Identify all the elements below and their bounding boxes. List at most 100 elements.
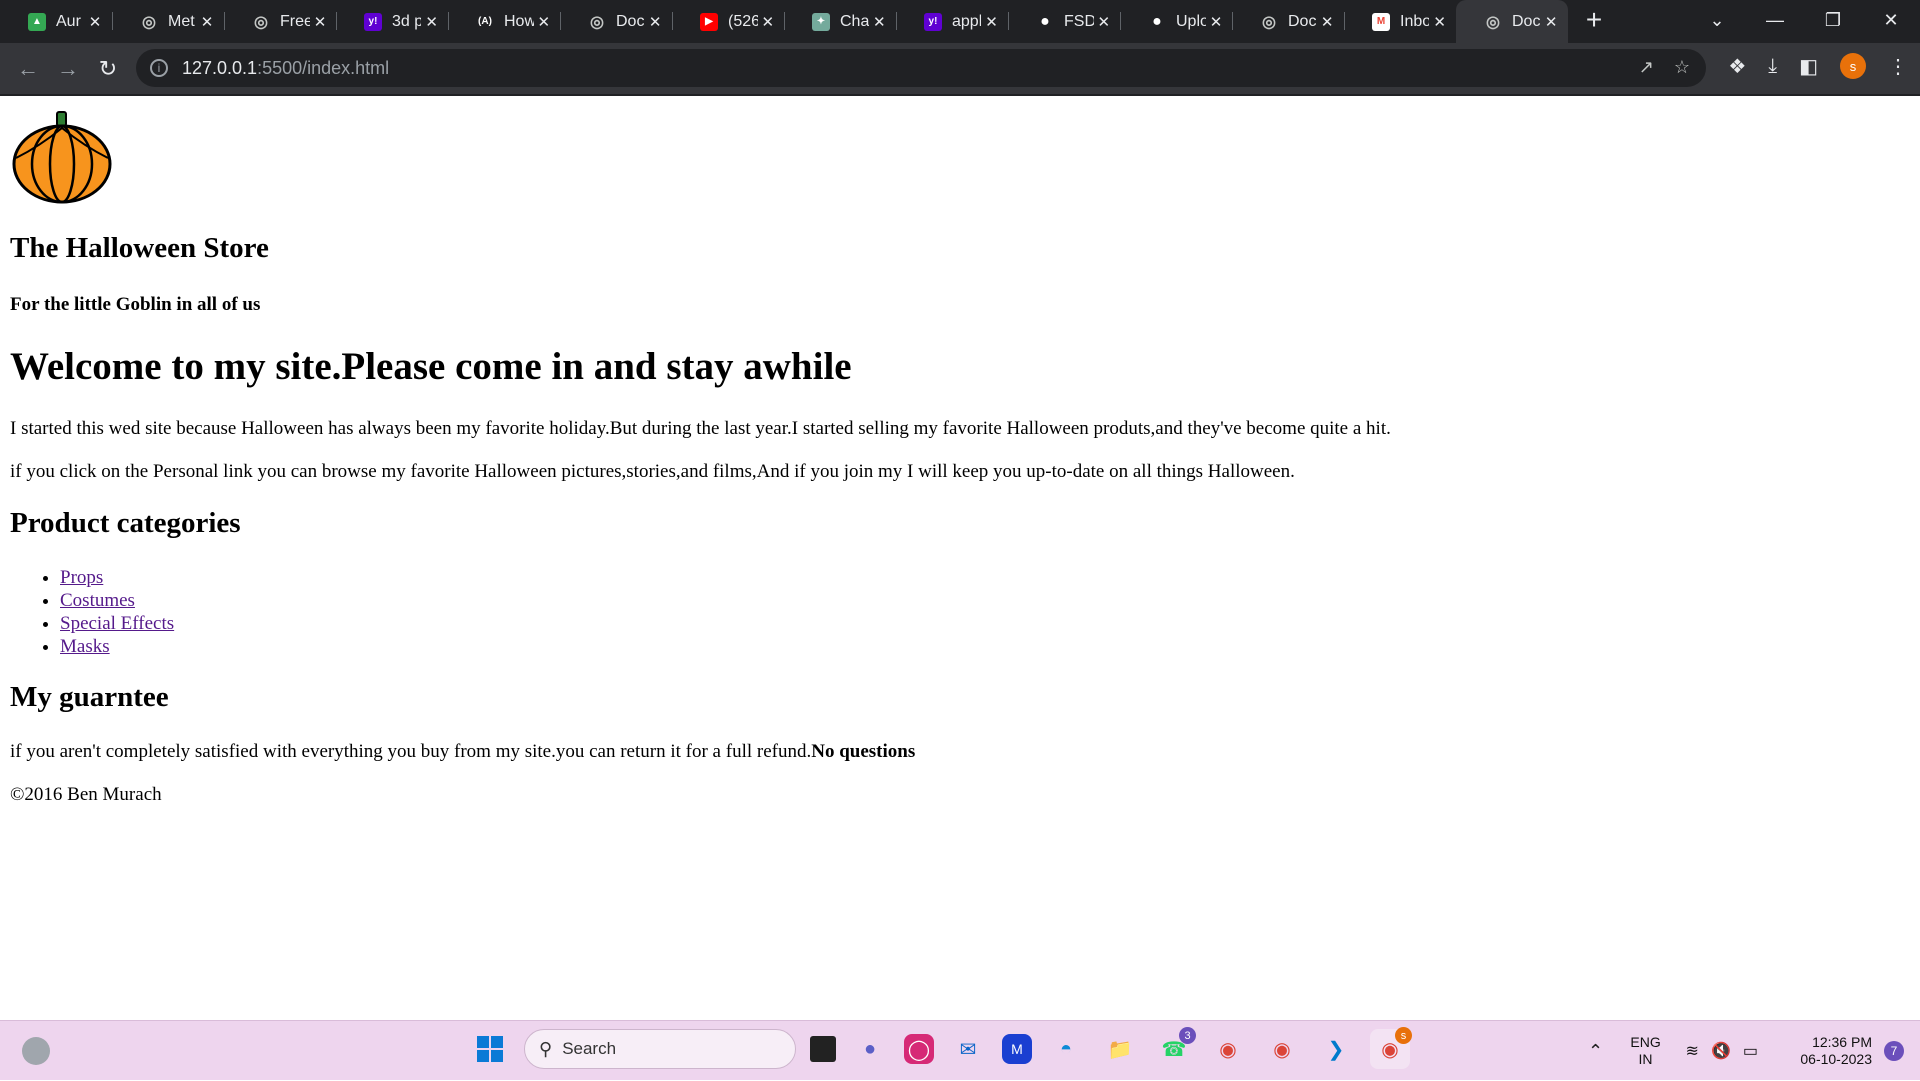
tab-title: Inbo	[1400, 12, 1430, 30]
browser-tab[interactable]: ● Uplo ✕	[1120, 0, 1232, 43]
close-tab-icon[interactable]: ✕	[981, 13, 1002, 31]
browser-tab[interactable]: ✦ Cha ✕	[784, 0, 896, 43]
close-tab-icon[interactable]: ✕	[1540, 13, 1562, 31]
teams-chat-icon[interactable]: ●	[850, 1029, 890, 1069]
reload-button[interactable]: ↻	[88, 56, 128, 82]
intro-paragraph: I started this wed site because Hallowee…	[10, 418, 1391, 439]
url-path: :5500/index.html	[257, 57, 390, 78]
download-icon[interactable]: ⤓	[1768, 55, 1777, 78]
site-info-icon[interactable]: i	[150, 59, 168, 77]
browser-tab[interactable]: ● FSD ✕	[1008, 0, 1120, 43]
taskbar-search[interactable]: ⚲ Search	[524, 1029, 796, 1069]
browser-tab[interactable]: y! appl ✕	[896, 0, 1008, 43]
task-view-icon[interactable]	[810, 1036, 836, 1062]
app-icon[interactable]: M	[1002, 1034, 1032, 1064]
edge-icon[interactable]: ◓	[1046, 1029, 1086, 1069]
category-link-special-effects[interactable]: Special Effects	[60, 613, 174, 634]
tab-search-chevron-icon[interactable]: ⌄	[1688, 10, 1746, 31]
chrome-icon[interactable]: ◉	[1208, 1029, 1248, 1069]
whatsapp-badge: 3	[1179, 1027, 1196, 1044]
tab-title: Uplo	[1176, 12, 1206, 30]
browser-toolbar: ← → ↻ i 127.0.0.1:5500/index.html ↗ ☆ ❖ …	[0, 43, 1920, 94]
browser-tab[interactable]: ◎ Doc ✕	[1456, 0, 1568, 43]
close-tab-icon[interactable]: ✕	[1316, 13, 1338, 31]
browser-tab[interactable]: y! 3d p ✕	[336, 0, 448, 43]
close-tab-icon[interactable]: ✕	[84, 13, 106, 31]
tab-title: How	[504, 12, 534, 30]
close-tab-icon[interactable]: ✕	[644, 13, 666, 31]
restore-button[interactable]: ❐	[1804, 10, 1862, 31]
show-hidden-icons-chevron-icon[interactable]: ⌃	[1576, 1041, 1616, 1062]
lang-code: ENG	[1630, 1034, 1661, 1050]
wifi-icon[interactable]: ≋	[1686, 1041, 1699, 1061]
close-tab-icon[interactable]: ✕	[421, 13, 442, 31]
start-button[interactable]	[470, 1029, 510, 1069]
chrome-active-icon[interactable]: ◉ s	[1370, 1027, 1412, 1069]
url-text[interactable]: 127.0.0.1:5500/index.html	[182, 58, 389, 79]
list-item: Props	[60, 566, 174, 589]
category-link-costumes[interactable]: Costumes	[60, 590, 135, 611]
forward-button[interactable]: →	[48, 56, 88, 82]
tab-title: Doc	[1288, 12, 1317, 30]
clock-time: 12:36 PM	[1812, 1034, 1872, 1050]
address-bar[interactable]: i 127.0.0.1:5500/index.html ↗ ☆	[136, 49, 1706, 87]
browser-tab[interactable]: ◎ Doc ✕	[1232, 0, 1344, 43]
browser-tab[interactable]: M Inbo ✕	[1344, 0, 1456, 43]
gmail-icon: M	[1372, 12, 1390, 31]
clock[interactable]: 12:36 PM 06-10-2023	[1772, 1034, 1872, 1068]
tagline: For the little Goblin in all of us	[10, 294, 261, 315]
vscode-icon[interactable]: ❯	[1316, 1029, 1356, 1069]
window-controls: ⌄ — ❐ ✕	[1688, 0, 1920, 40]
browser-tab[interactable]: ◎ Free ✕	[224, 0, 336, 43]
whatsapp-icon[interactable]: ☎ 3	[1154, 1027, 1196, 1069]
search-icon: ⚲	[539, 1038, 553, 1059]
browser-tab[interactable]: ▶ (526 ✕	[672, 0, 784, 43]
close-window-button[interactable]: ✕	[1862, 10, 1920, 31]
notification-badge[interactable]: 7	[1884, 1041, 1904, 1061]
file-explorer-icon[interactable]: 📁	[1100, 1029, 1140, 1069]
close-tab-icon[interactable]: ✕	[534, 13, 554, 31]
category-link-props[interactable]: Props	[60, 567, 103, 588]
extensions-icon[interactable]: ❖	[1728, 54, 1746, 79]
close-tab-icon[interactable]: ✕	[758, 13, 778, 31]
browser-tab[interactable]: ◎ Doc ✕	[560, 0, 672, 43]
copyright-footer: ©2016 Ben Murach	[10, 784, 162, 805]
mail-icon[interactable]: ✉	[948, 1029, 988, 1069]
tab-title: 3d p	[392, 12, 422, 30]
tab-title: Free	[280, 12, 310, 30]
share-icon[interactable]: ↗	[1639, 57, 1654, 78]
back-button[interactable]: ←	[8, 56, 48, 82]
instagram-icon[interactable]: ◯	[904, 1034, 934, 1064]
battery-icon[interactable]: ▭	[1743, 1041, 1758, 1061]
browser-tab[interactable]: ◎ Met ✕	[112, 0, 224, 43]
profile-avatar[interactable]: s	[1840, 53, 1866, 79]
browser-tab[interactable]: (A) How ✕	[448, 0, 560, 43]
tab-title: FSD	[1064, 12, 1094, 30]
close-tab-icon[interactable]: ✕	[869, 13, 890, 31]
lang-region: IN	[1638, 1051, 1653, 1067]
menu-kebab-icon[interactable]: ⋮	[1888, 54, 1908, 79]
browser-tab[interactable]: ▲ Aur ✕	[0, 0, 112, 43]
language-indicator[interactable]: ENG IN	[1616, 1034, 1676, 1068]
minimize-button[interactable]: —	[1746, 10, 1804, 31]
volume-muted-icon[interactable]: 🔇	[1711, 1041, 1731, 1061]
yahoo-icon: y!	[924, 12, 942, 31]
system-tray: ⌃ ENG IN ≋ 🔇 ▭ 12:36 PM 06-10-2023 7	[1576, 1021, 1920, 1081]
bookmark-star-icon[interactable]: ☆	[1674, 57, 1690, 78]
guarantee-heading: My guarntee	[10, 681, 169, 713]
close-tab-icon[interactable]: ✕	[1206, 13, 1226, 31]
app-icon: (A)	[476, 12, 494, 31]
weather-widget-icon[interactable]	[22, 1037, 50, 1065]
close-tab-icon[interactable]: ✕	[310, 13, 330, 31]
close-tab-icon[interactable]: ✕	[1094, 13, 1114, 31]
close-tab-icon[interactable]: ✕	[196, 13, 218, 31]
side-panel-icon[interactable]: ◧	[1799, 54, 1818, 79]
category-link-masks[interactable]: Masks	[60, 636, 110, 657]
list-item: Special Effects	[60, 612, 174, 635]
close-tab-icon[interactable]: ✕	[1429, 13, 1450, 31]
tab-title: (526	[728, 12, 758, 30]
chatgpt-icon: ✦	[812, 12, 830, 31]
chrome-icon[interactable]: ◉	[1262, 1029, 1302, 1069]
globe-icon: ◎	[254, 13, 268, 31]
new-tab-button[interactable]: +	[1568, 0, 1620, 40]
